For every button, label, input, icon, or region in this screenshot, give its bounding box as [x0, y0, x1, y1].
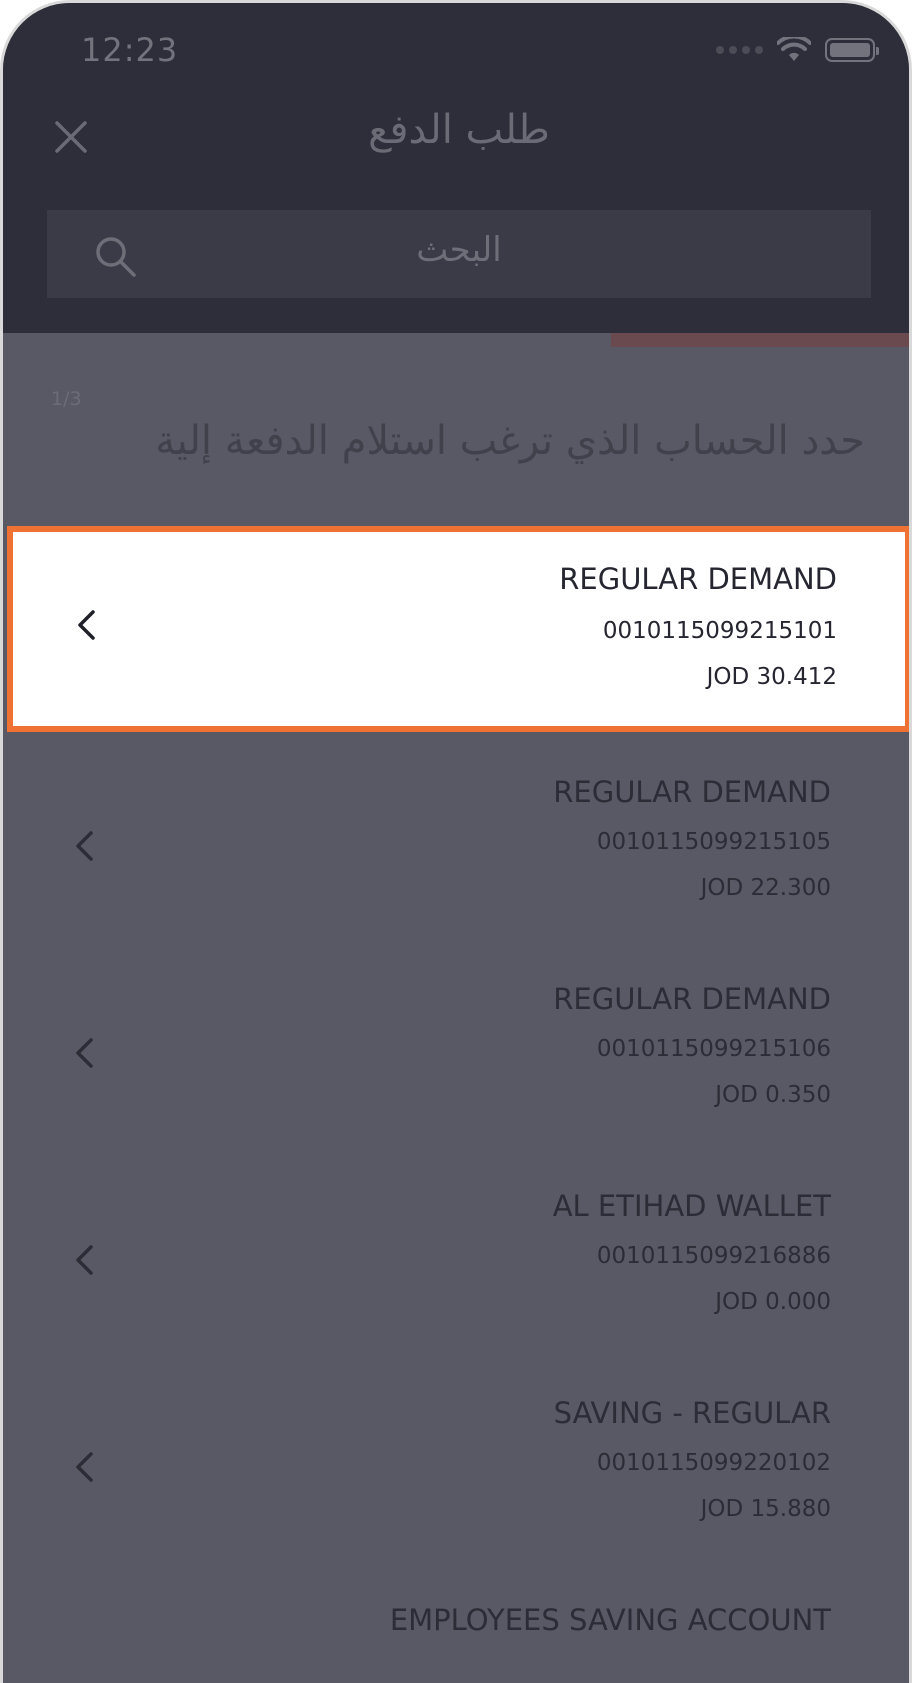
status-time: 12:23	[81, 31, 179, 69]
account-number: 0010115099220102	[596, 1450, 831, 1476]
account-number: 0010115099215101	[602, 618, 837, 644]
header: 12:23 طلب الدفع البحث	[3, 3, 909, 333]
step-indicator: 1/3	[51, 388, 82, 410]
account-row[interactable]: REGULAR DEMAND 0010115099215105 JOD 22.3…	[47, 747, 871, 937]
progress-bar	[611, 333, 909, 347]
account-balance: JOD 15.880	[700, 1496, 831, 1522]
account-balance: JOD 22.300	[700, 875, 831, 901]
page-title: طلب الدفع	[368, 107, 550, 153]
account-row[interactable]: SAVING - REGULAR 0010115099220102 JOD 15…	[47, 1368, 871, 1558]
account-row[interactable]: REGULAR DEMAND 0010115099215106 JOD 0.35…	[47, 954, 871, 1144]
signal-icon	[716, 46, 763, 54]
account-number: 0010115099215105	[596, 829, 831, 855]
account-name: REGULAR DEMAND	[553, 982, 831, 1016]
account-number: 0010115099215106	[596, 1036, 831, 1062]
account-row[interactable]: REGULAR DEMAND 0010115099215101 JOD 30.4…	[7, 526, 909, 732]
account-row[interactable]: EMPLOYEES SAVING ACCOUNT	[47, 1575, 871, 1683]
instruction-text: حدد الحساب الذي ترغب استلام الدفعة إلية	[155, 418, 865, 464]
wifi-icon	[777, 37, 811, 61]
chevron-left-icon	[76, 831, 93, 861]
account-balance: JOD 0.350	[715, 1082, 831, 1108]
account-name: REGULAR DEMAND	[553, 775, 831, 809]
account-row[interactable]: AL ETIHAD WALLET 0010115099216886 JOD 0.…	[47, 1161, 871, 1351]
chevron-left-icon	[76, 1452, 93, 1482]
account-balance: JOD 0.000	[715, 1289, 831, 1315]
chevron-left-icon	[76, 1245, 93, 1275]
search-placeholder: البحث	[416, 230, 502, 270]
account-balance: JOD 30.412	[706, 664, 837, 690]
chevron-left-icon	[76, 1038, 93, 1068]
account-number: 0010115099216886	[596, 1243, 831, 1269]
account-name: SAVING - REGULAR	[553, 1396, 831, 1430]
status-icons	[716, 37, 879, 63]
account-name: AL ETIHAD WALLET	[552, 1189, 831, 1223]
chevron-left-icon	[78, 610, 95, 640]
phone-screen: 12:23 طلب الدفع البحث 1/3 حدد الحساب الذ…	[0, 0, 912, 1683]
battery-icon	[825, 38, 879, 62]
search-input[interactable]: البحث	[47, 210, 871, 298]
account-name: REGULAR DEMAND	[559, 562, 837, 596]
account-name: EMPLOYEES SAVING ACCOUNT	[389, 1603, 831, 1637]
